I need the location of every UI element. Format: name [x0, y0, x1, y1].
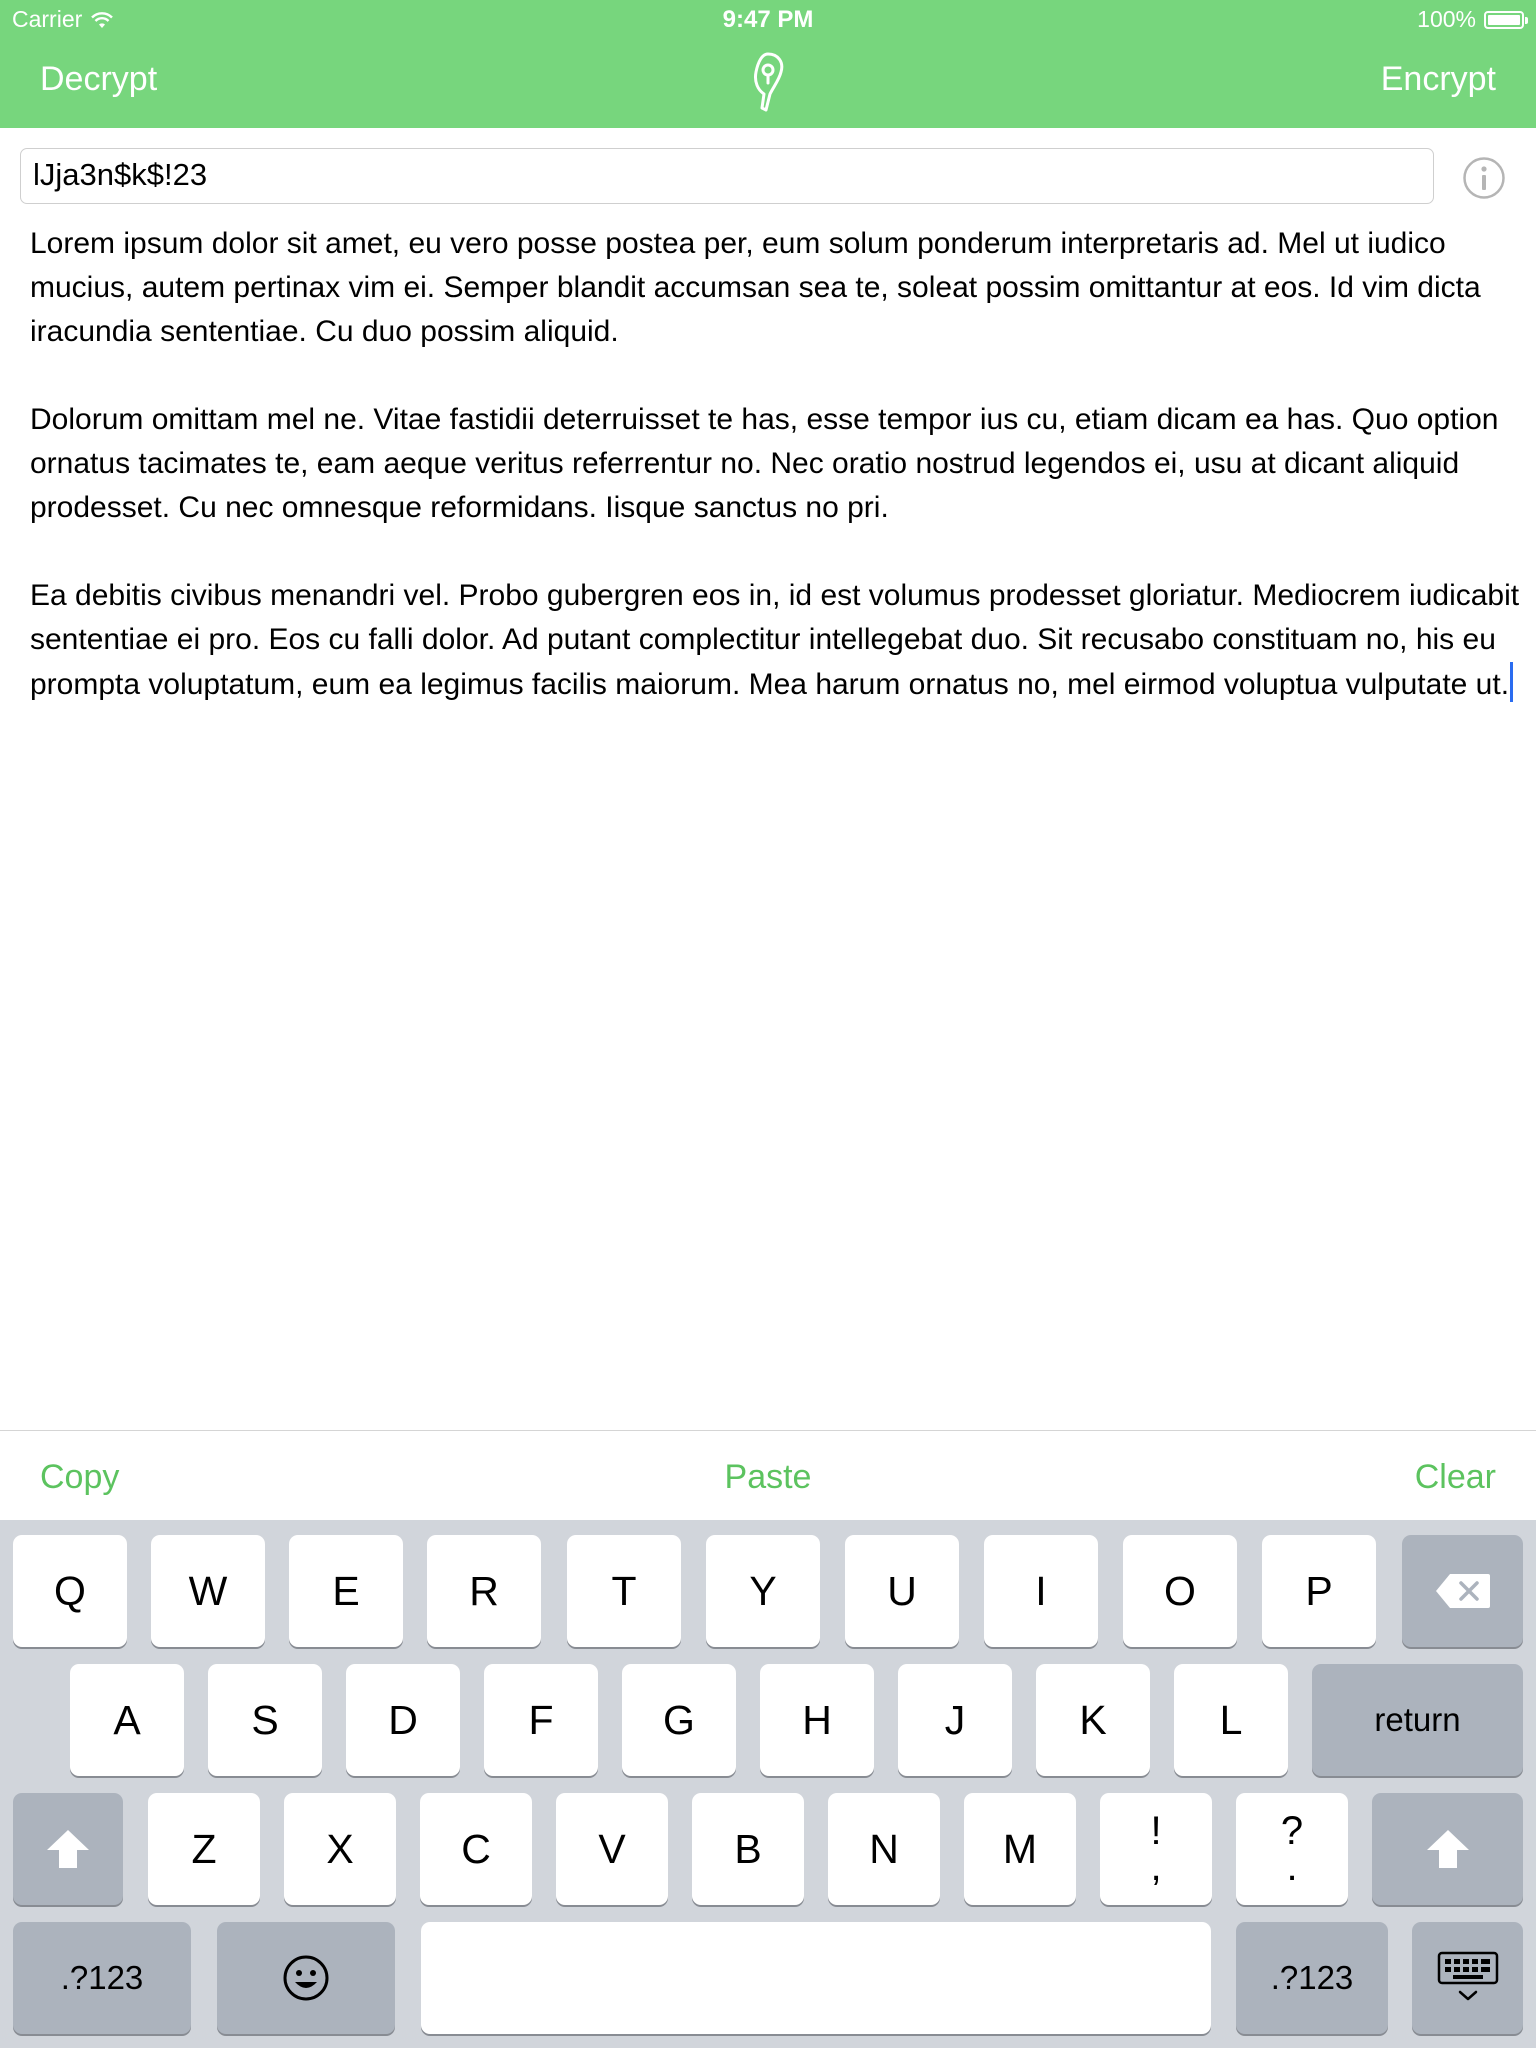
paragraph-2: Dolorum omittam mel ne. Vitae fastidii d…: [30, 403, 1499, 524]
key-c[interactable]: C: [420, 1793, 532, 1905]
key-n[interactable]: N: [828, 1793, 940, 1905]
numbers-left-key[interactable]: .?123: [13, 1922, 191, 2034]
key-u[interactable]: U: [845, 1535, 959, 1647]
paste-button-label[interactable]: Paste: [725, 1458, 812, 1496]
encrypt-button[interactable]: Encrypt: [1381, 60, 1496, 99]
text-caret: [1510, 662, 1514, 702]
key-m[interactable]: M: [964, 1793, 1076, 1905]
shift-right-key[interactable]: [1372, 1793, 1523, 1905]
key-t[interactable]: T: [567, 1535, 681, 1647]
decrypt-button[interactable]: Decrypt: [40, 60, 157, 99]
key-j[interactable]: J: [898, 1664, 1012, 1776]
keyboard-dismiss-icon: [1437, 1951, 1498, 2001]
key-i[interactable]: I: [984, 1535, 1098, 1647]
info-icon[interactable]: [1462, 156, 1506, 200]
key-y[interactable]: Y: [706, 1535, 820, 1647]
key-h[interactable]: H: [760, 1664, 874, 1776]
delete-key[interactable]: [1402, 1535, 1523, 1647]
key-r[interactable]: R: [427, 1535, 541, 1647]
key-q[interactable]: Q: [13, 1535, 127, 1647]
key-exclamation-comma[interactable]: ! ,: [1100, 1793, 1212, 1905]
shift-left-key[interactable]: [13, 1793, 123, 1905]
key-question-label: ?: [1280, 1809, 1304, 1853]
key-d[interactable]: D: [346, 1664, 460, 1776]
shift-icon: [1426, 1830, 1469, 1868]
key-w[interactable]: W: [151, 1535, 265, 1647]
paragraph-1: Lorem ipsum dolor sit amet, eu vero poss…: [30, 227, 1481, 348]
message-text-view[interactable]: Lorem ipsum dolor sit amet, eu vero poss…: [30, 222, 1520, 751]
battery-percent: 100%: [1417, 6, 1476, 32]
status-time: 9:47 PM: [722, 6, 814, 33]
key-e[interactable]: E: [289, 1535, 403, 1647]
status-battery: 100%: [1417, 6, 1528, 33]
backspace-icon: [1435, 1574, 1490, 1608]
key-v[interactable]: V: [556, 1793, 668, 1905]
key-p[interactable]: P: [1262, 1535, 1376, 1647]
key-o[interactable]: O: [1123, 1535, 1237, 1647]
accessory-toolbar: Copy Paste Clear: [0, 1430, 1536, 1521]
keyboard: Q W E R T Y U I O P A S D F G H J K L re…: [0, 1520, 1536, 2048]
key-b[interactable]: B: [692, 1793, 804, 1905]
emoji-icon: [283, 1955, 329, 2001]
key-f[interactable]: F: [484, 1664, 598, 1776]
space-bar[interactable]: [421, 1922, 1211, 2034]
paragraph-3: Ea debitis civibus menandri vel. Probo g…: [30, 579, 1520, 702]
dismiss-keyboard-key[interactable]: [1412, 1922, 1523, 2034]
shift-icon: [47, 1830, 89, 1868]
key-s[interactable]: S: [208, 1664, 322, 1776]
key-exclamation-label: !: [1150, 1809, 1162, 1853]
numbers-right-key[interactable]: .?123: [1236, 1922, 1388, 2034]
paste-button: Paste: [0, 1458, 1536, 1497]
return-key[interactable]: return: [1312, 1664, 1523, 1776]
key-k[interactable]: K: [1036, 1664, 1150, 1776]
emoji-key[interactable]: [217, 1922, 395, 2034]
key-z[interactable]: Z: [148, 1793, 260, 1905]
key-g[interactable]: G: [622, 1664, 736, 1776]
key-comma-label: ,: [1150, 1845, 1162, 1889]
key-period-label: .: [1286, 1845, 1298, 1889]
navigation-bar: Carrier 9:47 PM 100% Decrypt Encrypt: [0, 0, 1536, 128]
battery-icon: [1484, 10, 1528, 29]
key-x[interactable]: X: [284, 1793, 396, 1905]
key-l[interactable]: L: [1174, 1664, 1288, 1776]
clear-button[interactable]: Clear: [1415, 1458, 1496, 1497]
password-field[interactable]: lJja3n$k$!23: [20, 148, 1434, 204]
feather-lock-icon: [754, 52, 784, 112]
key-question-period[interactable]: ? .: [1236, 1793, 1348, 1905]
key-a[interactable]: A: [70, 1664, 184, 1776]
